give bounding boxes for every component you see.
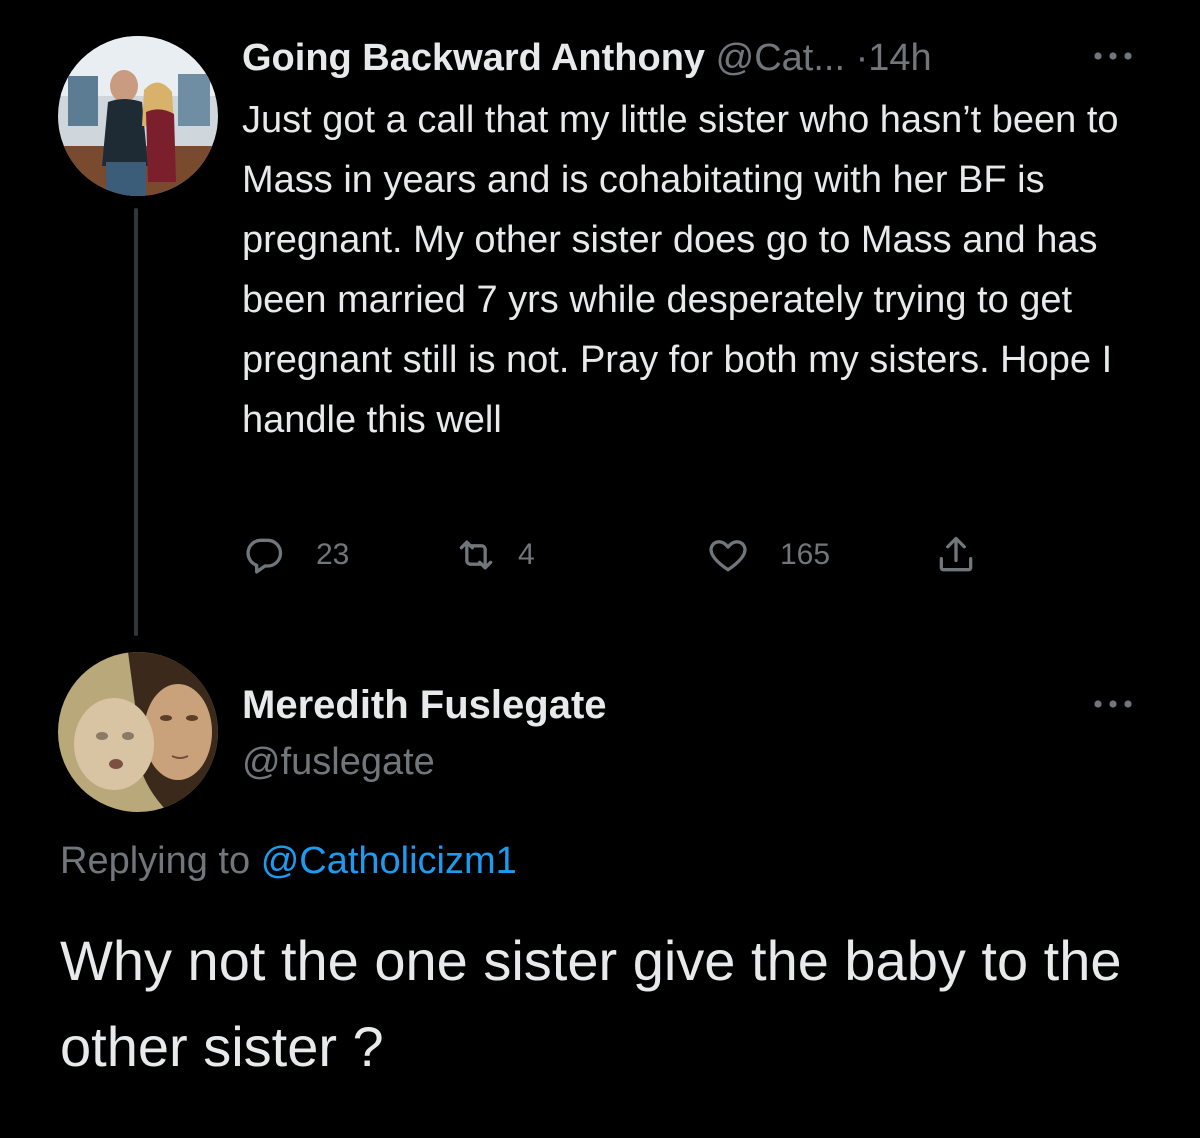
reply-author-name[interactable]: Meredith Fuslegate: [242, 680, 607, 730]
tweet-action-bar: 23 4 165: [242, 530, 1002, 580]
like-button[interactable]: 165: [706, 530, 830, 580]
reply-author-handle[interactable]: @fuslegate: [242, 738, 435, 786]
reply-author-avatar[interactable]: [58, 652, 218, 812]
replying-to-line: Replying to @Catholicizm1: [60, 836, 517, 886]
retweet-icon: [459, 540, 493, 570]
reply-text: Why not the one sister give the baby to …: [60, 929, 1122, 1078]
replying-to-handle-link[interactable]: @Catholicizm1: [261, 840, 517, 882]
tweet-author-handle[interactable]: @Cat...: [716, 37, 845, 79]
retweet-count: 4: [518, 538, 535, 571]
retweet-button[interactable]: 4: [454, 530, 535, 580]
tweet-header: Going Backward Anthony @Cat... ·14h: [242, 34, 932, 82]
more-icon[interactable]: [1090, 694, 1136, 714]
tweet-text: Just got a call that my little sister wh…: [242, 99, 1119, 441]
share-button[interactable]: [934, 530, 978, 580]
more-icon[interactable]: [1090, 46, 1136, 66]
replying-to-label: Replying to: [60, 840, 251, 882]
reply-icon: [246, 538, 283, 574]
share-icon: [939, 536, 973, 572]
tweet-timestamp[interactable]: 14h: [868, 37, 931, 79]
tweet-meta-separator: ·: [855, 37, 869, 79]
reply-button[interactable]: 23: [242, 530, 349, 580]
tweet-author-name[interactable]: Going Backward Anthony: [242, 37, 705, 79]
like-count: 165: [780, 538, 831, 571]
heart-icon: [709, 540, 747, 572]
reply-count: 23: [316, 538, 350, 571]
tweet-author-avatar[interactable]: [58, 36, 218, 196]
thread-connector-line: [134, 208, 138, 636]
